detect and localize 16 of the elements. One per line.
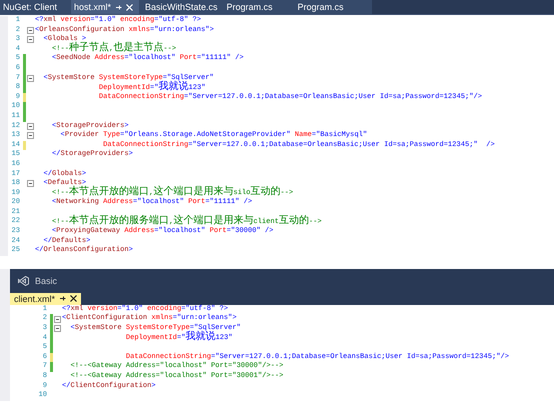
editor-tab[interactable]: Program.cs bbox=[224, 0, 292, 14]
collapse-icon[interactable] bbox=[54, 316, 61, 323]
editor-tab[interactable]: BasicWithState.cs bbox=[142, 0, 221, 14]
editor-tab[interactable]: client.xml* bbox=[10, 292, 82, 305]
collapse-icon[interactable] bbox=[27, 122, 34, 130]
collapse-icon[interactable] bbox=[27, 36, 34, 44]
close-icon[interactable] bbox=[70, 295, 78, 302]
collapse-icon[interactable] bbox=[27, 74, 34, 82]
collapse-icon[interactable] bbox=[27, 132, 34, 140]
collapse-icon[interactable] bbox=[27, 26, 34, 34]
panel-title: Basic bbox=[35, 276, 58, 286]
collapse-icon[interactable] bbox=[27, 180, 34, 188]
collapse-icon[interactable] bbox=[54, 325, 61, 332]
logo-icon bbox=[18, 276, 29, 286]
editor-tab[interactable]: NuGet: Client bbox=[0, 0, 68, 14]
editor-tab[interactable]: Program.cs bbox=[294, 0, 363, 14]
